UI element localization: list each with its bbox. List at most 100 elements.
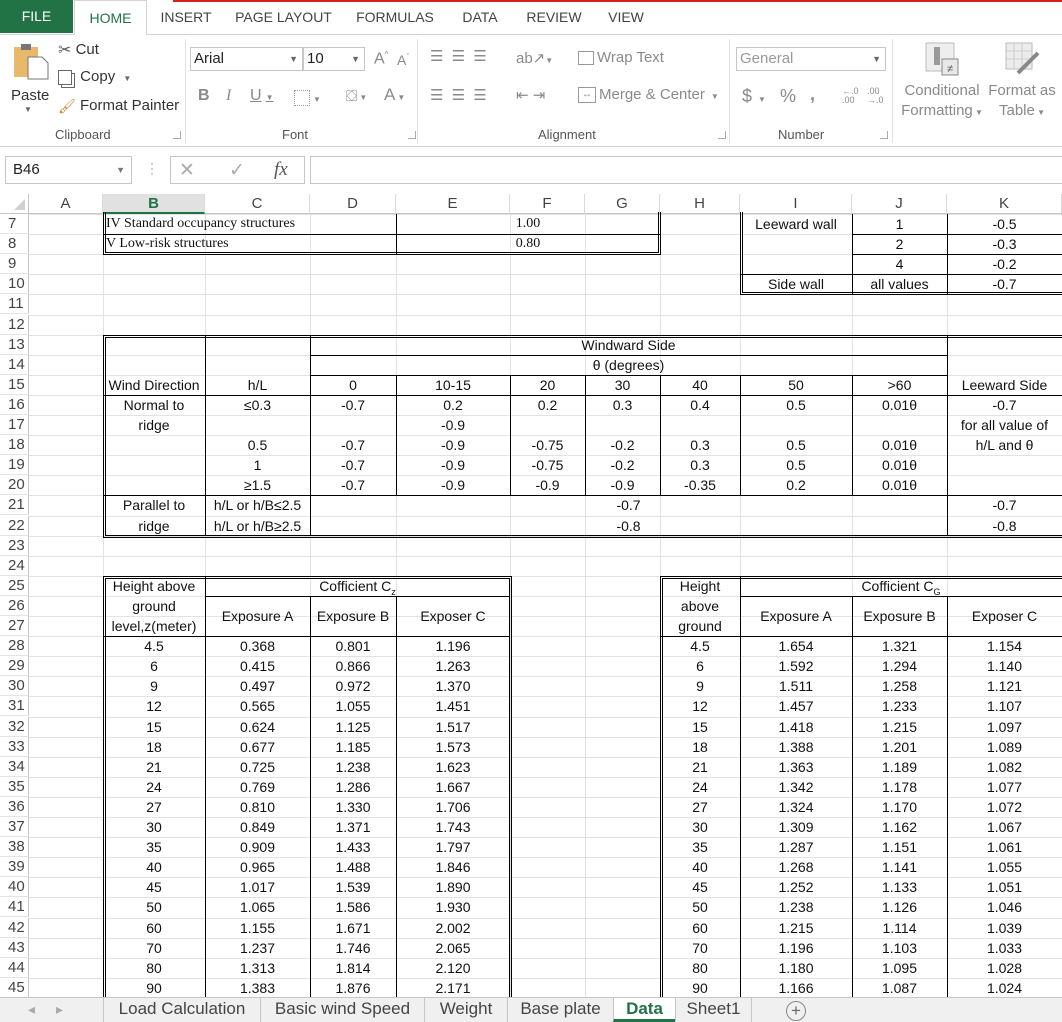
hl-value-cell[interactable]: ≤0.3 xyxy=(205,395,310,415)
cz-value-cell[interactable]: 1.667 xyxy=(396,777,510,797)
paste-dropdown-arrow[interactable]: ▼ xyxy=(24,105,32,114)
height-value-cell[interactable]: 18 xyxy=(103,737,205,757)
cg-value-cell[interactable]: 1.107 xyxy=(947,696,1062,716)
pressure-coefficient-cell[interactable]: -0.2 xyxy=(585,435,660,455)
column-header-e[interactable]: E xyxy=(396,194,510,214)
pressure-coefficient-cell[interactable] xyxy=(660,415,740,435)
column-header-i[interactable]: I xyxy=(740,194,852,214)
height-value-cell[interactable]: 50 xyxy=(660,897,740,917)
pressure-coefficient-cell[interactable]: -0.7 xyxy=(310,395,396,415)
occupancy-factor-cell[interactable]: 1.00 xyxy=(396,214,660,234)
theta-value-header[interactable]: >60 xyxy=(852,375,947,395)
row-header-23[interactable]: 23 xyxy=(0,535,29,556)
cg-value-cell[interactable]: 1.140 xyxy=(947,656,1062,676)
cz-value-cell[interactable]: 1.746 xyxy=(310,938,396,958)
pressure-coefficient-cell[interactable] xyxy=(740,415,852,435)
height-value-cell[interactable]: 15 xyxy=(660,717,740,737)
cg-value-cell[interactable]: 1.097 xyxy=(947,717,1062,737)
sheet-tab-data[interactable]: Data xyxy=(613,998,675,1022)
tab-page-layout[interactable]: PAGE LAYOUT xyxy=(226,0,341,35)
alignment-dialog-launcher[interactable] xyxy=(718,131,726,139)
cz-value-cell[interactable]: 0.801 xyxy=(310,636,396,656)
cg-value-cell[interactable]: 1.151 xyxy=(852,837,947,857)
tab-formulas[interactable]: FORMULAS xyxy=(345,0,445,35)
pressure-coefficient-cell[interactable]: 0.01θ xyxy=(852,435,947,455)
cz-value-cell[interactable]: 1.371 xyxy=(310,817,396,837)
cg-value-cell[interactable]: 1.215 xyxy=(852,717,947,737)
row-header-9[interactable]: 9 xyxy=(0,254,29,275)
height-value-cell[interactable]: 35 xyxy=(103,837,205,857)
cg-value-cell[interactable]: 1.046 xyxy=(947,897,1062,917)
tab-file[interactable]: FILE xyxy=(0,0,73,33)
row-header-12[interactable]: 12 xyxy=(0,314,29,335)
increase-decimal-button[interactable]: ←.0.00 xyxy=(842,87,859,105)
cg-value-cell[interactable]: 1.388 xyxy=(740,737,852,757)
orientation-button[interactable]: ab↗▼ xyxy=(516,49,553,67)
cz-value-cell[interactable]: 0.677 xyxy=(205,737,310,757)
percent-button[interactable]: % xyxy=(780,86,796,107)
column-header-a[interactable]: A xyxy=(29,194,103,214)
height-value-cell[interactable]: 40 xyxy=(660,857,740,877)
cz-value-cell[interactable]: 0.624 xyxy=(205,717,310,737)
exposure-header[interactable]: Exposure B xyxy=(852,596,947,636)
indent-buttons[interactable]: ⇤ ⇥ xyxy=(516,86,545,104)
row-header-31[interactable]: 31 xyxy=(0,696,29,717)
cg-value-cell[interactable]: 1.133 xyxy=(852,877,947,897)
pressure-coefficient-cell[interactable]: 0.01θ xyxy=(852,475,947,495)
cg-value-cell[interactable]: 1.072 xyxy=(947,797,1062,817)
pressure-coefficient-cell[interactable]: -0.7 xyxy=(310,435,396,455)
cg-value-cell[interactable]: 1.201 xyxy=(852,737,947,757)
parallel-windward-cell[interactable]: -0.8 xyxy=(310,516,947,536)
windward-side-header[interactable]: Windward Side xyxy=(310,335,947,355)
row-header-33[interactable]: 33 xyxy=(0,736,29,757)
vertical-align-buttons[interactable]: ☰ ☰ ☰ xyxy=(430,47,489,65)
height-value-cell[interactable]: 9 xyxy=(660,676,740,696)
pressure-coefficient-cell[interactable]: 0.3 xyxy=(660,435,740,455)
wall-cp-cell[interactable]: -0.5 xyxy=(947,214,1062,234)
cz-value-cell[interactable]: 2.120 xyxy=(396,958,510,978)
pressure-coefficient-cell[interactable]: -0.75 xyxy=(510,455,585,475)
height-value-cell[interactable]: 35 xyxy=(660,837,740,857)
side-wall-ratio[interactable]: all values xyxy=(852,274,947,294)
cz-value-cell[interactable]: 0.965 xyxy=(205,857,310,877)
theta-degrees-header[interactable]: θ (degrees) xyxy=(310,355,947,375)
row-header-43[interactable]: 43 xyxy=(0,937,29,958)
parallel-to-ridge-label[interactable]: ridge xyxy=(103,516,205,536)
tab-data[interactable]: DATA xyxy=(452,0,508,35)
height-value-cell[interactable]: 21 xyxy=(103,757,205,777)
cg-value-cell[interactable]: 1.418 xyxy=(740,717,852,737)
cg-value-cell[interactable]: 1.215 xyxy=(740,918,852,938)
height-value-cell[interactable]: 27 xyxy=(660,797,740,817)
tab-insert[interactable]: INSERT xyxy=(150,0,222,35)
cz-value-cell[interactable]: 1.055 xyxy=(310,696,396,716)
column-header-c[interactable]: C xyxy=(205,194,310,214)
tab-review[interactable]: REVIEW xyxy=(518,0,590,35)
cz-value-cell[interactable]: 1.451 xyxy=(396,696,510,716)
row-header-25[interactable]: 25 xyxy=(0,575,29,596)
parallel-to-ridge-label[interactable]: Parallel to xyxy=(103,495,205,515)
cz-value-cell[interactable]: 1.065 xyxy=(205,897,310,917)
cg-value-cell[interactable]: 1.067 xyxy=(947,817,1062,837)
cg-value-cell[interactable]: 1.233 xyxy=(852,696,947,716)
leeward-side-header[interactable]: Leeward Side xyxy=(947,375,1062,395)
occupancy-category-cell[interactable]: V Low-risk structures xyxy=(103,234,396,254)
cz-value-cell[interactable]: 1.846 xyxy=(396,857,510,877)
cz-value-cell[interactable]: 1.370 xyxy=(396,676,510,696)
occupancy-factor-cell[interactable]: 0.80 xyxy=(396,234,660,254)
cg-value-cell[interactable]: 1.309 xyxy=(740,817,852,837)
height-value-cell[interactable]: 70 xyxy=(103,938,205,958)
cg-value-cell[interactable]: 1.287 xyxy=(740,837,852,857)
row-header-22[interactable]: 22 xyxy=(0,515,29,536)
exposure-header[interactable]: Exposer C xyxy=(947,596,1062,636)
exposure-header[interactable]: Exposure B xyxy=(310,596,396,636)
wall-ratio-cell[interactable]: 1 xyxy=(852,214,947,234)
comma-button[interactable]: , xyxy=(810,84,815,105)
pressure-coefficient-cell[interactable]: 0.2 xyxy=(510,395,585,415)
parallel-leeward-cell[interactable]: -0.7 xyxy=(947,495,1062,515)
row-header-45[interactable]: 45 xyxy=(0,977,29,997)
currency-button[interactable]: $ ▼ xyxy=(742,86,766,107)
cg-value-cell[interactable]: 1.654 xyxy=(740,636,852,656)
pressure-coefficient-cell[interactable]: -0.9 xyxy=(396,415,510,435)
formula-input[interactable] xyxy=(310,156,1062,184)
row-header-44[interactable]: 44 xyxy=(0,957,29,978)
